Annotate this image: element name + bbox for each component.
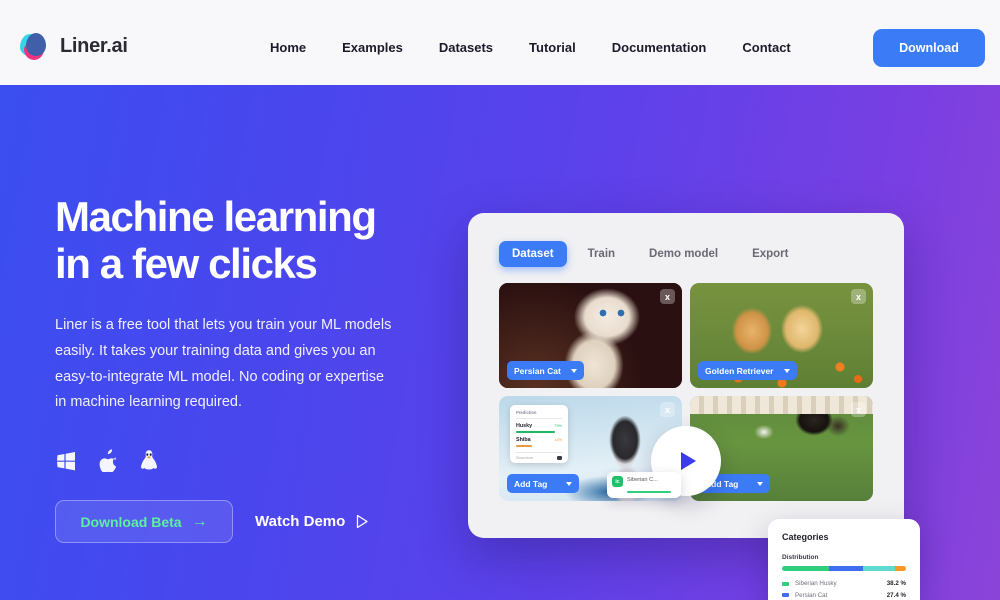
- legend-label: Persian Cat: [795, 591, 828, 599]
- tab-dataset[interactable]: Dataset: [499, 241, 567, 267]
- siberian-chip-label: Siberian C...: [627, 477, 658, 483]
- prediction-value: 14%: [554, 438, 562, 442]
- tab-train[interactable]: Train: [575, 241, 628, 267]
- more-icon: [557, 456, 562, 460]
- categories-panel: Categories Distribution Siberian Husky 38…: [768, 519, 920, 600]
- download-button[interactable]: Download: [873, 29, 985, 67]
- category-legend-item: Siberian Husky 38.2 %: [782, 580, 906, 587]
- mockup-tabs: Dataset Train Demo model Export: [499, 241, 801, 267]
- nav-item-datasets[interactable]: Datasets: [439, 40, 493, 55]
- prediction-footer-label: Show more: [516, 456, 534, 460]
- apple-icon: [99, 449, 117, 473]
- categories-title: Categories: [782, 532, 829, 542]
- windows-icon: [57, 452, 75, 471]
- nav-item-home[interactable]: Home: [270, 40, 306, 55]
- platform-icons: [55, 446, 435, 473]
- chevron-down-icon: [570, 368, 577, 373]
- nav-item-documentation[interactable]: Documentation: [612, 40, 707, 55]
- dataset-card[interactable]: x Golden Retriever: [690, 283, 873, 388]
- image-tag-dropdown[interactable]: Golden Retriever: [698, 361, 797, 380]
- legend-swatch: [782, 593, 789, 597]
- chevron-down-icon: [566, 481, 572, 486]
- prediction-panel: Prediction Husky 79% Shiba 14% Show more: [510, 405, 568, 463]
- arrow-right-icon: →: [191, 512, 208, 530]
- remove-image-button[interactable]: x: [660, 289, 675, 304]
- siberian-prediction-chip: ic Siberian C...: [607, 472, 681, 498]
- category-legend-item: Persian Cat 27.4 %: [782, 592, 906, 599]
- watch-demo-button[interactable]: Watch Demo: [255, 513, 369, 530]
- tab-demo-model[interactable]: Demo model: [636, 241, 731, 267]
- distribution-segment: [894, 566, 906, 571]
- legend-label: Siberian Husky: [795, 580, 837, 587]
- distribution-label: Distribution: [782, 554, 819, 561]
- prediction-label: Shiba: [516, 437, 531, 443]
- hero-section: Machine learning in a few clicks Liner i…: [0, 85, 1000, 600]
- prediction-bar: [516, 431, 555, 433]
- prediction-title: Prediction: [516, 410, 562, 419]
- linux-icon: [141, 450, 157, 470]
- chevron-down-icon: [757, 481, 763, 486]
- distribution-segment: [829, 566, 864, 571]
- site-header: Liner.ai Home Examples Datasets Tutorial…: [0, 0, 1000, 85]
- main-navigation: Home Examples Datasets Tutorial Document…: [270, 40, 791, 55]
- prediction-row: Husky 79%: [516, 423, 562, 433]
- legend-value: 38.2 %: [886, 580, 906, 587]
- remove-image-button[interactable]: x: [851, 289, 866, 304]
- prediction-footer[interactable]: Show more: [516, 452, 562, 460]
- page-title: Machine learning in a few clicks: [55, 193, 377, 288]
- prediction-label: Husky: [516, 423, 533, 429]
- nav-item-tutorial[interactable]: Tutorial: [529, 40, 576, 55]
- remove-image-button[interactable]: x: [660, 402, 675, 417]
- brand-logo[interactable]: Liner.ai: [20, 30, 128, 62]
- legend-value: 27.4 %: [886, 591, 906, 599]
- distribution-segment: [782, 566, 830, 571]
- distribution-segment: [863, 566, 895, 571]
- play-icon: [681, 452, 696, 470]
- prediction-bar: [516, 445, 532, 447]
- watch-demo-label: Watch Demo: [255, 513, 346, 531]
- hero-description: Liner is a free tool that lets you train…: [55, 317, 392, 411]
- nav-item-examples[interactable]: Examples: [342, 40, 403, 55]
- cta-row: Download Beta → Watch Demo: [55, 500, 435, 544]
- download-beta-label: Download Beta: [80, 513, 182, 530]
- prediction-value: 79%: [554, 424, 562, 428]
- image-tag-label: Persian Cat: [514, 365, 561, 376]
- page-root: Liner.ai Home Examples Datasets Tutorial…: [0, 0, 1000, 600]
- dataset-card[interactable]: x Persian Cat: [499, 283, 682, 388]
- legend-swatch: [782, 581, 789, 586]
- hero-copy: Machine learning in a few clicks Liner i…: [55, 193, 435, 544]
- distribution-bar: [782, 566, 906, 571]
- prediction-row: Shiba 14%: [516, 437, 562, 447]
- add-tag-label: Add Tag: [514, 478, 548, 489]
- remove-image-button[interactable]: x: [851, 402, 866, 417]
- liner-logo-icon: [20, 30, 50, 62]
- add-tag-dropdown[interactable]: Add Tag: [507, 474, 579, 493]
- download-beta-button[interactable]: Download Beta →: [55, 500, 233, 544]
- brand-name: Liner.ai: [60, 34, 128, 57]
- confidence-bar: [627, 491, 671, 493]
- tag-badge-icon: ic: [612, 476, 623, 487]
- image-tag-label: Golden Retriever: [705, 365, 774, 376]
- play-triangle-icon: [357, 515, 368, 529]
- category-legend-list: Siberian Husky38.2 %Persian Cat27.4 %Ben…: [782, 580, 906, 600]
- tab-export[interactable]: Export: [739, 241, 801, 267]
- chevron-down-icon: [783, 368, 790, 373]
- nav-item-contact[interactable]: Contact: [742, 40, 790, 55]
- image-tag-dropdown[interactable]: Persian Cat: [507, 361, 584, 380]
